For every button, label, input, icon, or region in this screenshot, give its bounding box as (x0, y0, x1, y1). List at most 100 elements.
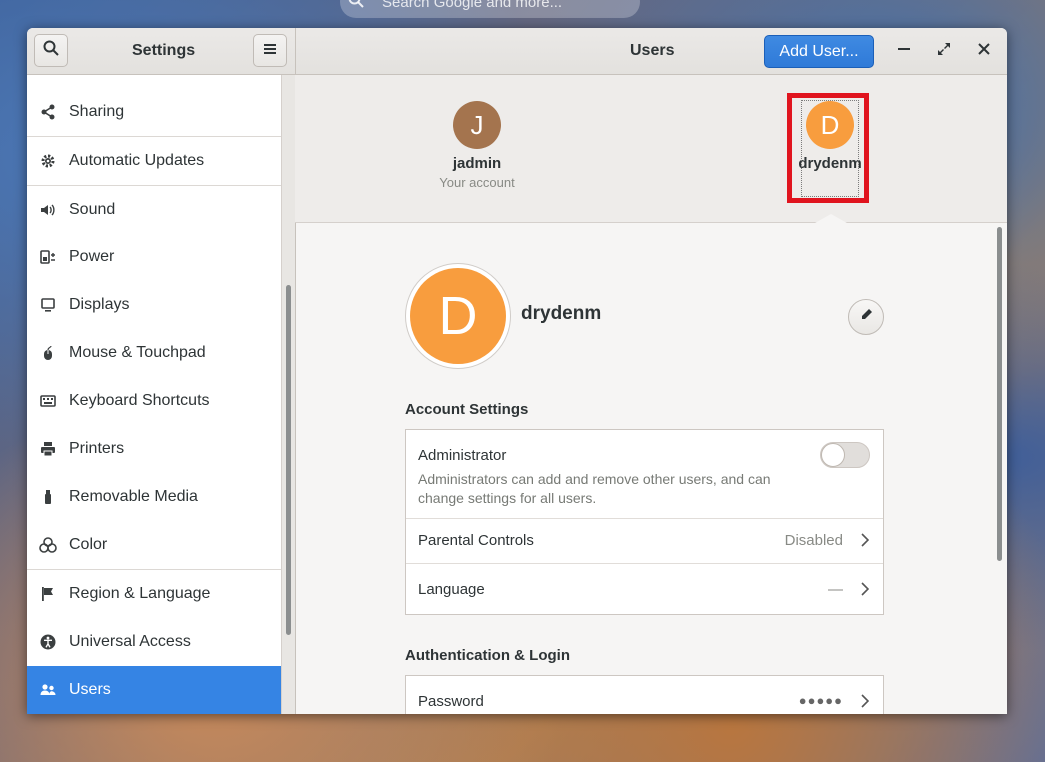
user-fullname: drydenm (521, 303, 602, 324)
chevron-right-icon (861, 694, 870, 713)
administrator-description-line: change settings for all users. (418, 490, 597, 506)
avatar-initial: D (410, 268, 506, 364)
sidebar-item-power[interactable]: Power (27, 233, 281, 281)
sidebar-item-removable-media[interactable]: Removable Media (27, 473, 281, 521)
switch-knob (821, 443, 845, 467)
sidebar-item-keyboard-shortcuts[interactable]: Keyboard Shortcuts (27, 377, 281, 425)
hamburger-icon (264, 42, 276, 60)
settings-title: Settings (132, 42, 196, 59)
administrator-switch[interactable] (820, 442, 870, 468)
sidebar-item-label: Sound (69, 200, 116, 218)
sidebar-item-label: Power (69, 248, 115, 265)
menu-button[interactable] (253, 34, 287, 67)
share-icon (27, 104, 69, 120)
power-icon (27, 249, 69, 265)
maximize-button[interactable] (933, 40, 955, 62)
user-avatar-large[interactable]: D (405, 263, 511, 369)
sidebar-item-label: Displays (69, 296, 130, 313)
sidebar-item-region-language[interactable]: Region & Language (27, 569, 281, 618)
sidebar-item-universal-access[interactable]: Universal Access (27, 618, 281, 666)
add-user-button[interactable]: Add User... (764, 35, 874, 68)
printer-icon (27, 441, 69, 457)
users-icon (27, 682, 69, 698)
sidebar-scrollbar-thumb[interactable] (286, 285, 291, 635)
headerbar-left: Settings (27, 28, 296, 74)
chevron-right-icon (861, 533, 870, 552)
account-settings-list: Administrator Administrators can add and… (405, 429, 884, 615)
sidebar-item-label: Automatic Updates (69, 152, 205, 169)
parental-controls-value: Disabled (784, 532, 843, 549)
sidebar-item-label: Users (69, 681, 111, 698)
minimize-button[interactable] (893, 40, 915, 62)
password-value: ●●●●● (798, 693, 843, 708)
settings-window: Settings Users Add User... Sharing Autom… (27, 28, 1007, 714)
flag-icon (27, 586, 69, 602)
user-carousel: J jadmin Your account D drydenm (295, 75, 1007, 223)
sidebar-item-label: Mouse & Touchpad (69, 344, 206, 361)
chevron-right-icon (861, 582, 870, 601)
account-settings-title: Account Settings (405, 401, 529, 418)
sidebar-item-label: Universal Access (69, 633, 191, 650)
parental-controls-row[interactable]: Parental Controls Disabled (406, 519, 883, 564)
close-button[interactable] (973, 40, 995, 62)
sidebar-scrollbar[interactable] (282, 75, 296, 714)
user-details: D drydenm Account Settings Administrator… (295, 223, 1007, 714)
headerbar: Settings Users Add User... (27, 28, 1007, 75)
search-button[interactable] (34, 34, 68, 67)
sidebar-item-printers[interactable]: Printers (27, 425, 281, 473)
accessibility-icon (27, 634, 69, 650)
highlight-box (787, 93, 869, 203)
sidebar: Sharing Automatic Updates Sound Power Di… (27, 75, 282, 714)
sidebar-item-automatic-updates[interactable]: Automatic Updates (27, 136, 281, 185)
keyboard-icon (27, 393, 69, 409)
password-row[interactable]: Password ●●●●● (406, 676, 883, 714)
close-icon (977, 42, 991, 61)
search-icon (43, 40, 59, 61)
sidebar-item-mouse-touchpad[interactable]: Mouse & Touchpad (27, 329, 281, 377)
administrator-description: Administrators can add and remove other … (418, 470, 771, 508)
pencil-icon (860, 308, 873, 326)
sidebar-item-label: Printers (69, 440, 125, 457)
authentication-title: Authentication & Login (405, 647, 570, 664)
content-scrollbar[interactable] (995, 227, 1003, 714)
avatar: J (453, 101, 501, 149)
speaker-icon (27, 202, 69, 218)
administrator-row: Administrator Administrators can add and… (406, 430, 883, 519)
page-title: Users (630, 42, 675, 59)
administrator-label: Administrator (418, 447, 507, 464)
sidebar-item-label: Sharing (69, 103, 125, 120)
display-icon (27, 297, 69, 313)
selection-pointer (815, 214, 847, 223)
sidebar-item-color[interactable]: Color (27, 521, 281, 569)
sidebar-item-sharing[interactable]: Sharing (27, 88, 281, 136)
sidebar-item-displays[interactable]: Displays (27, 281, 281, 329)
gear-icon (27, 153, 69, 169)
users-panel: J jadmin Your account D drydenm D dryden… (295, 75, 1007, 714)
user-name: jadmin (452, 155, 502, 172)
edit-name-button[interactable] (848, 299, 884, 335)
maximize-icon (937, 42, 951, 61)
sidebar-item-label: Removable Media (69, 488, 198, 505)
sidebar-item-sound[interactable]: Sound (27, 185, 281, 233)
language-label: Language (418, 581, 485, 598)
search-icon (348, 0, 364, 12)
color-icon (27, 537, 69, 553)
sidebar-item-users[interactable]: Users (27, 666, 281, 714)
desktop-search[interactable]: Search Google and more... (340, 0, 640, 18)
password-label: Password (418, 693, 484, 710)
usb-icon (27, 489, 69, 505)
user-card-jadmin[interactable]: J jadmin Your account (425, 101, 529, 190)
minimize-icon (897, 42, 911, 61)
user-subtitle: Your account (439, 175, 515, 190)
language-row[interactable]: Language — (406, 564, 883, 614)
content-scrollbar-thumb[interactable] (997, 227, 1002, 561)
sidebar-item-label: Region & Language (69, 585, 211, 602)
desktop-search-placeholder: Search Google and more... (382, 0, 563, 11)
administrator-description-line: Administrators can add and remove other … (418, 471, 771, 487)
sidebar-item-label: Color (69, 536, 108, 553)
language-value: — (828, 581, 843, 598)
sidebar-item-label: Keyboard Shortcuts (69, 392, 210, 409)
parental-controls-label: Parental Controls (418, 532, 534, 549)
mouse-icon (27, 345, 69, 361)
authentication-list: Password ●●●●● (405, 675, 884, 714)
